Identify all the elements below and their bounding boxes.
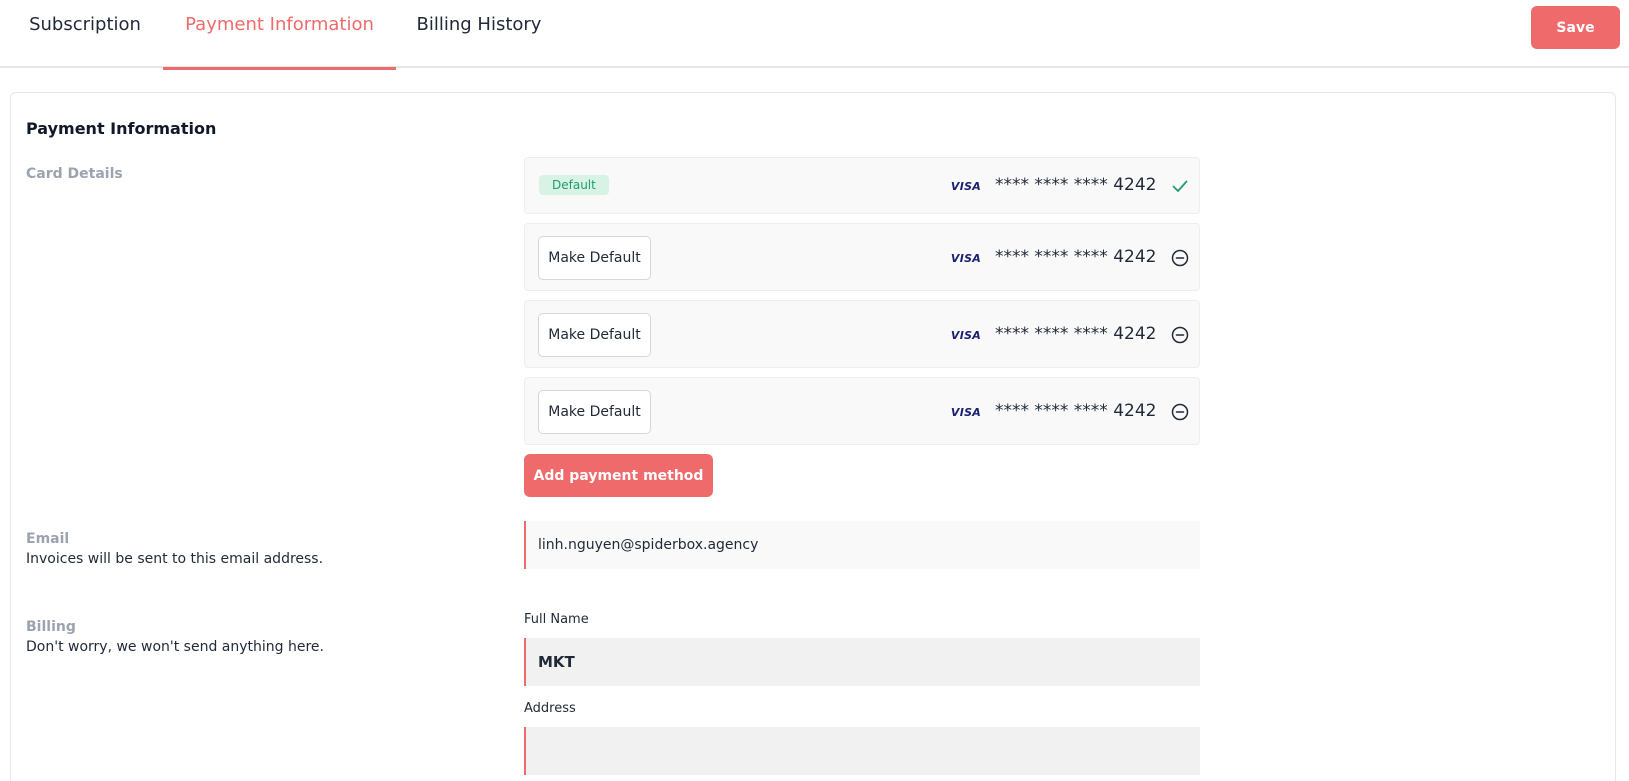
full-name-field[interactable] [524, 638, 1200, 686]
section-title: Payment Information [26, 119, 217, 138]
card-number: **** **** **** 4242 [995, 324, 1157, 344]
address-field[interactable] [524, 727, 1200, 775]
card-number: **** **** **** 4242 [995, 247, 1157, 267]
tab-payment-information[interactable]: Payment Information [163, 0, 396, 70]
check-icon [1172, 180, 1188, 192]
email-field[interactable] [524, 521, 1200, 569]
make-default-button[interactable]: Make Default [538, 313, 651, 357]
add-payment-method-button[interactable]: Add payment method [524, 454, 713, 497]
email-label: Email [26, 531, 70, 547]
remove-circle-icon[interactable] [1171, 326, 1189, 344]
visa-icon: VISA [950, 251, 982, 265]
visa-icon: VISA [950, 179, 982, 193]
tab-bar: Subscription Payment Information Billing… [0, 0, 1629, 70]
billing-label: Billing [26, 619, 76, 635]
card-number: **** **** **** 4242 [995, 175, 1157, 195]
billing-description: Don't worry, we won't send anything here… [26, 639, 324, 655]
email-description: Invoices will be sent to this email addr… [26, 551, 324, 567]
make-default-button[interactable]: Make Default [538, 236, 651, 280]
tab-billing-history[interactable]: Billing History [396, 0, 562, 68]
card-row: Make Default VISA **** **** **** 4242 [524, 300, 1200, 368]
full-name-label: Full Name [524, 612, 589, 627]
default-badge: Default [539, 175, 609, 195]
visa-icon: VISA [950, 405, 982, 419]
card-row: Make Default VISA **** **** **** 4242 [524, 223, 1200, 291]
tab-subscription[interactable]: Subscription [8, 0, 162, 68]
card-row: Make Default VISA **** **** **** 4242 [524, 377, 1200, 445]
address-label: Address [524, 701, 576, 716]
make-default-button[interactable]: Make Default [538, 390, 651, 434]
remove-circle-icon[interactable] [1171, 403, 1189, 421]
remove-circle-icon[interactable] [1171, 249, 1189, 267]
card-details-label: Card Details [26, 166, 123, 182]
card-number: **** **** **** 4242 [995, 401, 1157, 421]
card-row-default: Default VISA **** **** **** 4242 [524, 157, 1200, 214]
save-button[interactable]: Save [1531, 6, 1620, 49]
visa-icon: VISA [950, 328, 982, 342]
